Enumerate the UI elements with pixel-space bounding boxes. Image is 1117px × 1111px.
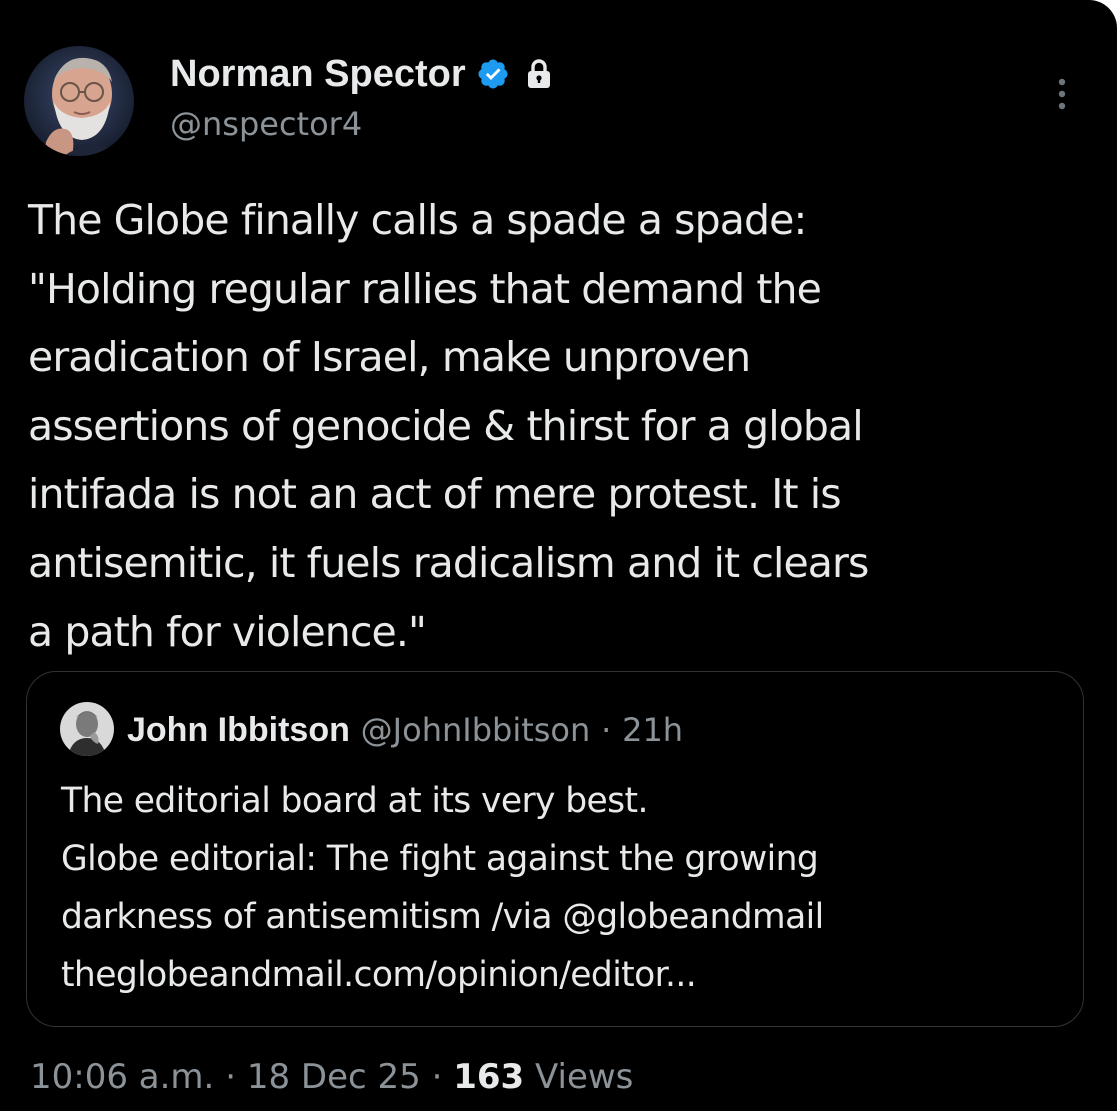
author-name[interactable]: Norman Spector [170, 52, 466, 96]
quoted-text-line: The editorial board at its very best. [61, 781, 648, 821]
quoted-author-avatar[interactable] [60, 702, 114, 756]
meta-separator: · [431, 1057, 443, 1097]
quoted-text-line: Globe editorial: The fight against the g… [61, 839, 819, 879]
tweet-metadata: 10:06 a.m. · 18 Dec 25 · 163 Views [30, 1055, 633, 1099]
quoted-header: John Ibbitson @JohnIbbitson · 21h [127, 710, 683, 750]
tweet-time[interactable]: 10:06 a.m. [30, 1057, 214, 1097]
tweet-date[interactable]: 18 Dec 25 [247, 1057, 421, 1097]
views-count: 163 [453, 1057, 525, 1097]
grayscale-portrait-avatar-icon [60, 702, 114, 756]
quoted-author-handle[interactable]: @JohnIbbitson [361, 711, 591, 749]
verified-badge-icon [478, 59, 508, 89]
quoted-author-name[interactable]: John Ibbitson [127, 711, 350, 749]
quoted-timestamp[interactable]: 21h [622, 711, 683, 749]
quoted-text: The editorial board at its very best. Gl… [61, 772, 1061, 1004]
author-handle[interactable]: @nspector4 [170, 104, 362, 144]
author-name-row[interactable]: Norman Spector [170, 52, 552, 96]
bearded-man-avatar-icon [24, 46, 134, 156]
lock-icon [527, 59, 550, 88]
quoted-tweet[interactable]: John Ibbitson @JohnIbbitson · 21h The ed… [26, 671, 1084, 1027]
vertical-ellipsis-icon[interactable] [1050, 74, 1074, 114]
quoted-link[interactable]: theglobeandmail.com/opinion/editor... [61, 946, 1061, 1004]
tweet-text: The Globe finally calls a spade a spade:… [28, 196, 869, 656]
tweet-card: Norman Spector @nspector4 The Globe fina… [0, 0, 1117, 1111]
views-label: Views [534, 1057, 634, 1097]
author-avatar[interactable] [24, 46, 134, 156]
meta-separator: · [225, 1057, 236, 1097]
quoted-text-line: darkness of antisemitism /via @globeandm… [61, 897, 824, 937]
quoted-separator: · [601, 711, 612, 749]
